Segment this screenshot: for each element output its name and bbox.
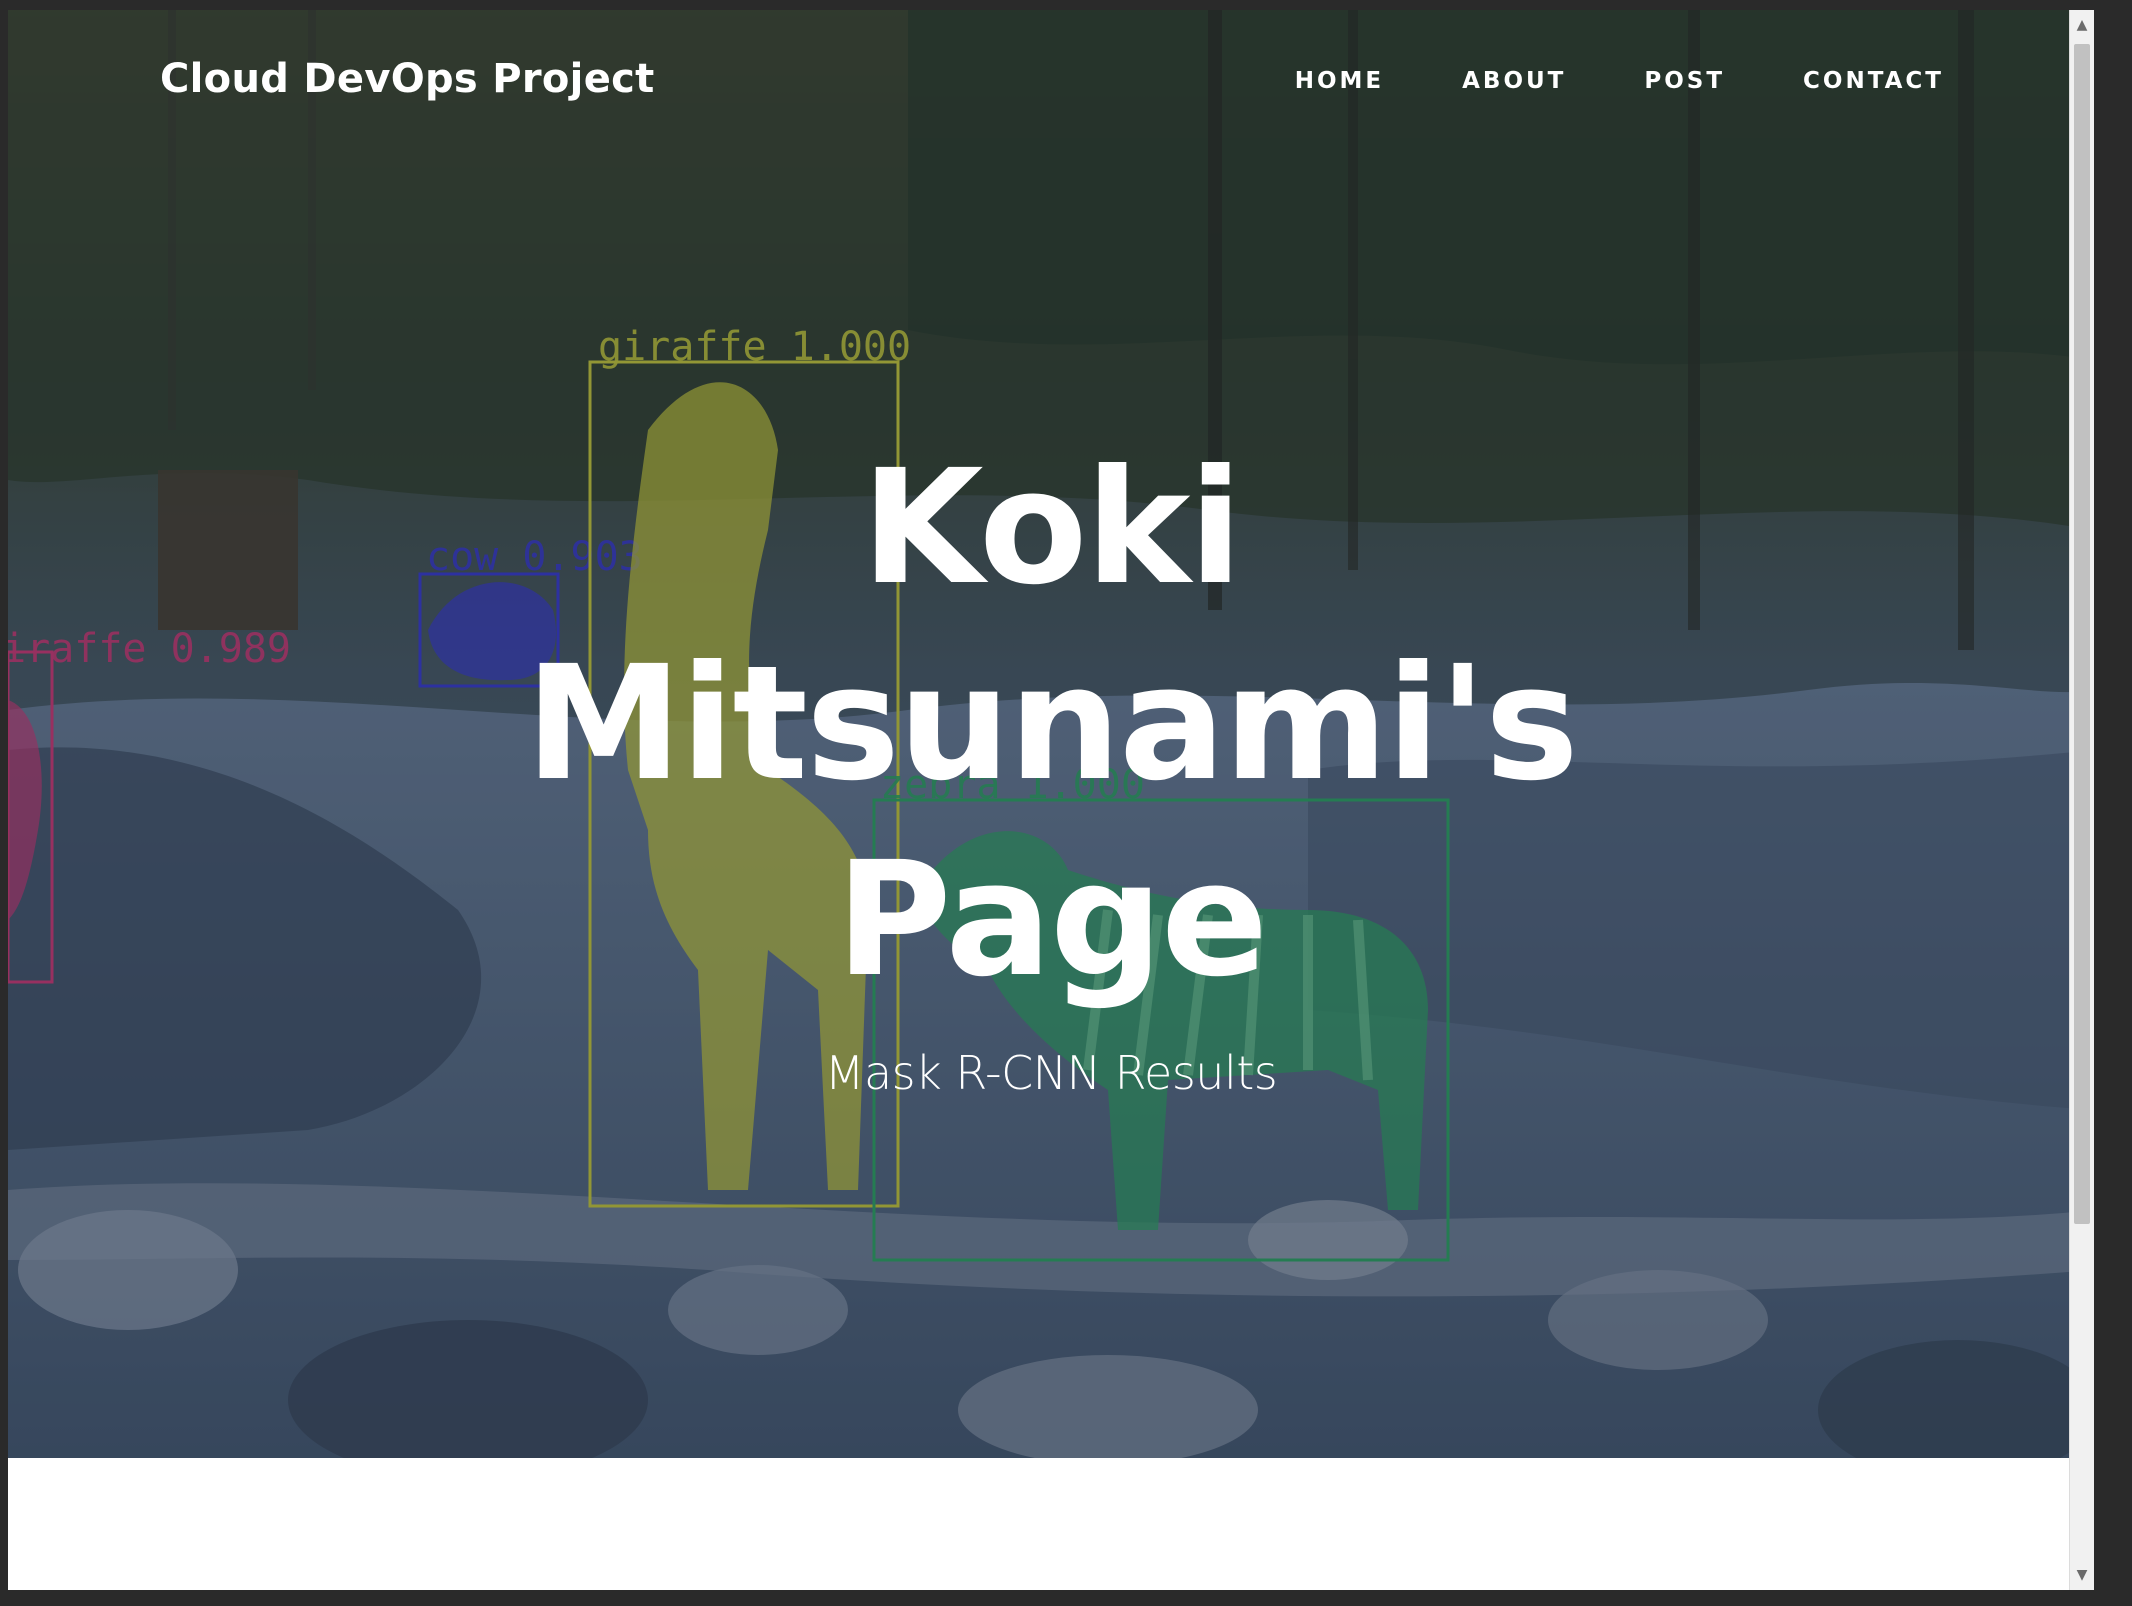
page-subheading: Mask R-CNN Results [824,1046,1278,1100]
vertical-scrollbar[interactable]: ▲ ▼ [2069,10,2094,1590]
site-heading: Koki Mitsunami's Page Mask R-CNN Results [8,430,2094,1100]
nav-link-post[interactable]: POST [1644,68,1725,94]
brand-link[interactable]: Cloud DevOps Project [160,56,655,102]
nav-item-home: HOME [1295,68,1384,94]
main-navbar: Cloud DevOps Project HOME ABOUT POST CON… [8,10,2094,160]
hero-header: iraffe 0.989 cow 0.903 giraffe 1.000 zeb… [8,10,2094,1458]
nav-item-post: POST [1644,68,1725,94]
nav-link-about[interactable]: ABOUT [1462,68,1566,94]
nav-item-contact: CONTACT [1803,68,1944,94]
nav-item-about: ABOUT [1462,68,1566,94]
scrollbar-thumb[interactable] [2074,44,2090,1224]
scroll-up-arrow-icon[interactable]: ▲ [2070,14,2094,36]
nav-link-contact[interactable]: CONTACT [1803,68,1944,94]
scroll-down-arrow-icon[interactable]: ▼ [2070,1564,2094,1586]
nav-menu: HOME ABOUT POST CONTACT [1295,68,1944,94]
nav-link-home[interactable]: HOME [1295,68,1384,94]
browser-viewport: iraffe 0.989 cow 0.903 giraffe 1.000 zeb… [8,10,2094,1590]
page-title: Koki Mitsunami's Page [525,436,1579,1012]
